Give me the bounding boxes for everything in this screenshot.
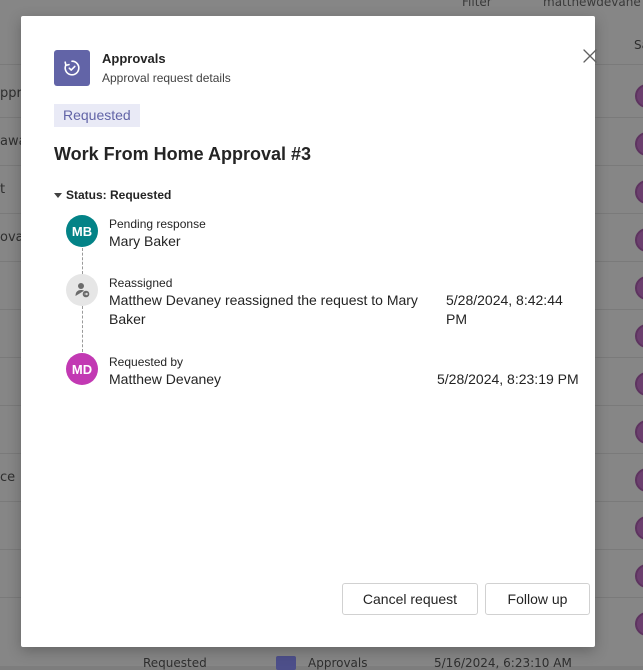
background-avatar xyxy=(635,180,643,204)
background-avatar xyxy=(635,612,643,636)
background-row-text: ce xyxy=(0,470,16,485)
request-title: Work From Home Approval #3 xyxy=(54,144,312,164)
background-row-text: awa xyxy=(0,134,21,149)
approval-details-dialog: Approvals Approval request details Reque… xyxy=(21,16,597,647)
background-avatar xyxy=(635,468,643,492)
status-section-label: Status: Requested xyxy=(66,188,172,202)
timeline-label: Requested by xyxy=(109,355,184,369)
approvals-icon xyxy=(276,656,296,670)
background-row-text: t xyxy=(0,182,6,197)
timeline-date: 5/28/2024, 8:23:19 PM xyxy=(437,371,579,387)
reassign-avatar xyxy=(66,274,98,306)
background-column-header: Sa xyxy=(634,38,643,52)
background-avatar xyxy=(635,324,643,348)
timeline-connector xyxy=(82,248,83,274)
timeline-text: Matthew Devaney reassigned the request t… xyxy=(109,292,418,308)
background-avatar xyxy=(635,84,643,108)
timeline-date: PM xyxy=(446,311,467,327)
background-avatar xyxy=(635,276,643,300)
approvals-app-icon xyxy=(54,50,90,86)
timeline-label: Reassigned xyxy=(109,276,173,290)
timeline-text: Matthew Devaney xyxy=(109,371,222,387)
cancel-request-button[interactable]: Cancel request xyxy=(342,583,478,615)
timeline-date: 5/28/2024, 8:42:44 xyxy=(446,292,563,308)
timeline-text: Mary Baker xyxy=(109,233,181,249)
background-avatar xyxy=(635,420,643,444)
background-avatar xyxy=(635,228,643,252)
background-row-text: ppro xyxy=(0,86,21,101)
background-row-text: ova xyxy=(0,230,21,245)
background-toolbar: Filter matthewdevane xyxy=(440,0,643,10)
timeline-text: Baker xyxy=(109,311,146,327)
status-badge: Requested xyxy=(54,104,140,127)
person-swap-icon xyxy=(75,283,90,298)
background-avatar xyxy=(635,132,643,156)
background-filter: Filter xyxy=(462,0,492,9)
follow-up-button[interactable]: Follow up xyxy=(485,583,590,615)
background-avatar xyxy=(635,564,643,588)
close-icon xyxy=(583,49,597,63)
background-bottom-status: Requested xyxy=(143,656,207,670)
background-avatar xyxy=(635,372,643,396)
app-subtitle: Approval request details xyxy=(102,71,231,85)
status-section-toggle[interactable]: Status: Requested xyxy=(54,188,171,202)
background-bottom-app: Approvals xyxy=(308,656,368,670)
app-title: Approvals xyxy=(102,51,166,66)
timeline-label: Pending response xyxy=(109,217,206,231)
background-bottom-date: 5/16/2024, 6:23:10 AM xyxy=(434,656,572,670)
background-avatar xyxy=(635,516,643,540)
timeline-connector xyxy=(82,306,83,352)
avatar: MB xyxy=(66,215,98,247)
caret-down-icon xyxy=(54,192,62,198)
background-user: matthewdevane xyxy=(543,0,641,9)
approvals-check-icon xyxy=(64,60,80,76)
close-button[interactable] xyxy=(581,47,599,65)
avatar: MD xyxy=(66,353,98,385)
